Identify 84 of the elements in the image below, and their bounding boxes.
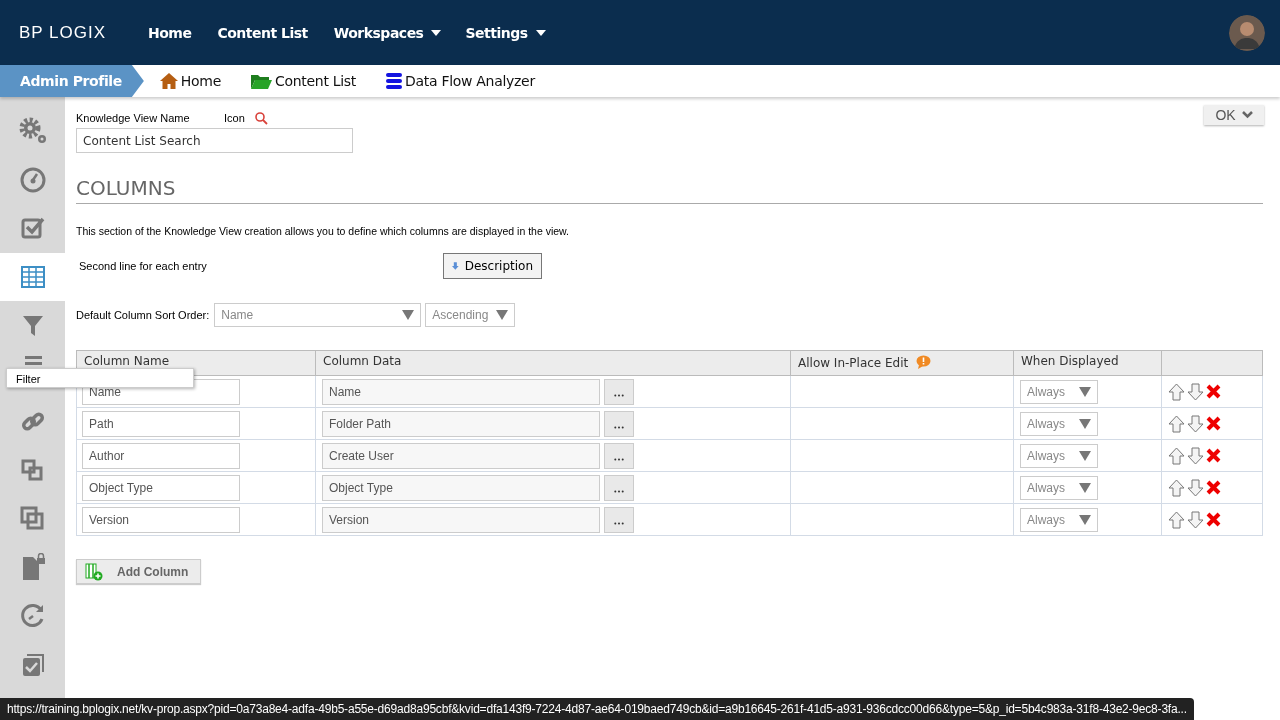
ellipsis-icon [614, 393, 624, 397]
ellipsis-icon [614, 521, 624, 525]
dropdown-arrow-icon [1079, 418, 1091, 429]
up-arrow-icon[interactable] [1168, 382, 1185, 401]
field-label: Second line for each entry [78, 260, 208, 272]
more-button[interactable] [604, 506, 634, 533]
add-column-icon [85, 562, 103, 581]
caret-icon [431, 29, 442, 36]
section-description: This section of the Knowledge View creation allows you to define which columns are displayed in the view. [76, 225, 570, 237]
status-url: https://training.bplogix.net/kv-prop.aspx?pid=0a73a8e4-adfa-49b5-a55e-d69ad8a95cbf&kvid=dfa143f9-7224-4d87-ae64-019baed749cb&id=a9b16645-261f-41d5-a931-936cdcc00d66&type=5&p_id=5b4c983a-31f8-43e2-9ec8-3fa... [0, 698, 1194, 720]
ellipsis-icon [614, 489, 624, 493]
avatar[interactable] [1229, 14, 1265, 51]
logo: BP LOGIX [18, 22, 108, 43]
dropdown-arrow-icon [402, 310, 415, 320]
column-data-field[interactable]: Folder Path [322, 410, 600, 437]
house-icon [159, 73, 178, 89]
nav-link[interactable]: Settings [465, 24, 546, 41]
nav-link[interactable]: Home [148, 24, 200, 41]
breadcrumb-link[interactable]: Home [159, 73, 221, 89]
column-data-field[interactable]: Name [322, 378, 600, 405]
sort-direction-dropdown[interactable]: Ascending [425, 303, 516, 327]
nav-link[interactable]: Workspaces [333, 24, 442, 41]
ellipsis-icon [614, 457, 624, 461]
chevron-icon [1241, 111, 1253, 119]
section-title: COLUMNS [76, 176, 1263, 204]
delete-icon[interactable] [1206, 384, 1221, 399]
down-arrow-icon [452, 260, 459, 272]
column-name-field[interactable]: Path [82, 410, 240, 437]
column-header: Allow In-Place Edit [790, 350, 1014, 376]
dropdown-arrow-icon [496, 310, 509, 320]
down-arrow-icon[interactable] [1187, 510, 1204, 529]
ellipsis-icon [614, 425, 624, 429]
up-arrow-icon[interactable] [1168, 510, 1185, 529]
up-arrow-icon[interactable] [1168, 446, 1185, 465]
list-icon [22, 355, 43, 365]
sort-field-dropdown[interactable]: Name [214, 303, 422, 327]
delete-icon[interactable] [1206, 448, 1221, 463]
when-displayed-dropdown[interactable]: Always [1020, 475, 1098, 500]
when-displayed-dropdown[interactable]: Always [1020, 379, 1098, 404]
column-data-field[interactable]: Object Type [322, 474, 600, 501]
description-button[interactable]: Description [443, 253, 542, 279]
column-data-field[interactable]: Create User [322, 442, 600, 469]
search-icon[interactable] [254, 111, 268, 125]
column-header: Column Data [315, 350, 791, 376]
speech-bubble-icon [916, 355, 932, 369]
ok-button[interactable]: OK [1204, 105, 1264, 125]
up-arrow-icon[interactable] [1168, 414, 1185, 433]
column-name-field[interactable]: Object Type [82, 474, 240, 501]
when-displayed-dropdown[interactable]: Always [1020, 443, 1098, 468]
down-arrow-icon[interactable] [1187, 382, 1204, 401]
database-icon [386, 73, 403, 89]
folder-icon [251, 73, 272, 89]
breadcrumb-link[interactable]: Data Flow Analyzer [386, 73, 535, 89]
when-displayed-dropdown[interactable]: Always [1020, 411, 1098, 436]
add-column-button[interactable]: Add Column [76, 559, 201, 584]
more-button[interactable] [604, 442, 634, 469]
delete-icon[interactable] [1206, 512, 1221, 527]
up-arrow-icon[interactable] [1168, 478, 1185, 497]
when-displayed-dropdown[interactable]: Always [1020, 507, 1098, 532]
more-button[interactable] [604, 410, 634, 437]
column-header: When Displayed [1013, 350, 1162, 376]
more-button[interactable] [604, 474, 634, 501]
column-name-field[interactable]: Author [82, 442, 240, 469]
dropdown-arrow-icon [1079, 514, 1091, 525]
down-arrow-icon[interactable] [1187, 414, 1204, 433]
field-label: Icon [224, 112, 245, 124]
delete-icon[interactable] [1206, 416, 1221, 431]
dropdown-arrow-icon [1079, 482, 1091, 493]
field-label: Knowledge View Name [76, 112, 191, 124]
column-data-field[interactable]: Version [322, 506, 600, 533]
delete-icon[interactable] [1206, 480, 1221, 495]
more-button[interactable] [604, 378, 634, 405]
column-name-field[interactable]: Version [82, 506, 240, 533]
nav-link[interactable]: Content List [217, 24, 316, 41]
dropdown-arrow-icon [1079, 450, 1091, 461]
caret-icon [535, 29, 546, 36]
down-arrow-icon[interactable] [1187, 446, 1204, 465]
sidebar-item[interactable] [0, 252, 65, 301]
dropdown-arrow-icon [1079, 386, 1091, 397]
down-arrow-icon[interactable] [1187, 478, 1204, 497]
breadcrumb-link[interactable]: Content List [251, 73, 357, 89]
tooltip: Filter [6, 368, 194, 388]
field-label: Default Column Sort Order: [76, 309, 210, 321]
knowledge-view-title-field[interactable]: Content List Search [76, 128, 353, 153]
